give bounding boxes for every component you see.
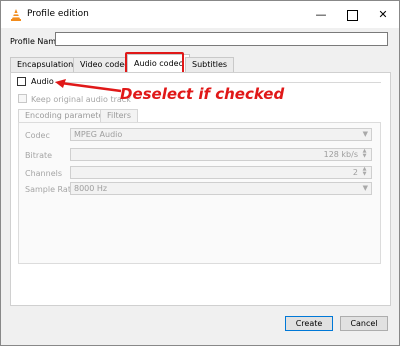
maximize-icon [346,9,358,21]
bitrate-spinbox[interactable]: 128 kb/s ▲ ▼ [70,148,372,161]
keep-original-checkbox[interactable] [18,94,27,103]
close-button[interactable]: ✕ [368,1,398,28]
chevron-down-icon: ▼ [362,130,368,138]
channels-label: Channels [25,169,63,178]
bitrate-label: Bitrate [25,151,53,160]
bitrate-value: 128 kb/s [323,150,358,159]
audio-checkbox[interactable] [17,77,26,86]
window-title: Profile edition [27,9,89,19]
tab-encapsulation[interactable]: Encapsulation [10,57,81,72]
cancel-button[interactable]: Cancel [340,316,388,331]
subtab-filters[interactable]: Filters [100,109,138,122]
keep-original-label: Keep original audio track [31,95,131,104]
title-bar[interactable]: Profile edition — ✕ [1,1,399,28]
tab-subtitles[interactable]: Subtitles [185,57,235,72]
codec-value: MPEG Audio [74,130,123,139]
create-button[interactable]: Create [285,316,333,331]
audio-checkbox-label[interactable]: Audio [31,77,54,86]
profile-edition-window: Profile edition — ✕ Profile Name Encapsu… [0,0,400,346]
maximize-button[interactable] [337,1,367,28]
close-icon: ✕ [378,8,388,21]
channels-spinbox[interactable]: 2 ▲ ▼ [70,166,372,179]
sample-rate-label: Sample Rate [25,185,76,194]
annotation-arrow-icon [55,79,122,93]
codec-label: Codec [25,131,50,140]
profile-name-input[interactable] [55,32,388,46]
sample-rate-select[interactable]: 8000 Hz ▼ [70,182,372,195]
vlc-cone-icon [11,9,21,21]
spin-arrows-icon[interactable]: ▲ ▼ [360,167,369,177]
minimize-button[interactable]: — [306,1,336,28]
annotation-text: Deselect if checked [120,85,285,103]
sample-rate-value: 8000 Hz [74,184,108,193]
channels-value: 2 [352,168,358,177]
chevron-down-icon: ▼ [362,184,368,192]
spin-arrows-icon[interactable]: ▲ ▼ [360,149,369,159]
profile-name-label: Profile Name [10,37,62,46]
tab-audio-codec[interactable]: Audio codec [127,54,190,72]
codec-select[interactable]: MPEG Audio ▼ [70,128,372,141]
